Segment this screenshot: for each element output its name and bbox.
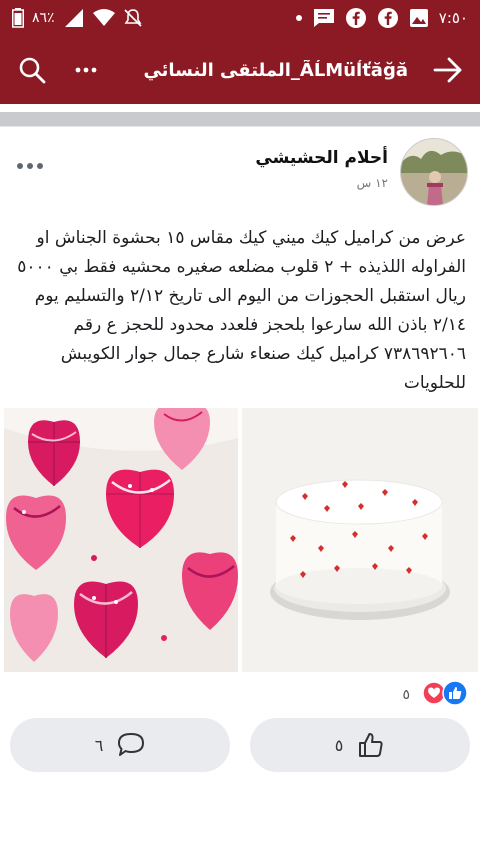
like-icon (442, 680, 468, 710)
divider (0, 104, 480, 112)
search-icon (19, 57, 46, 84)
comment-button[interactable]: ٦ (10, 718, 230, 772)
more-horizontal-icon (75, 67, 97, 73)
wifi-icon (92, 9, 115, 27)
facebook-icon (377, 7, 399, 29)
status-left: ٨٦٪ (12, 8, 143, 28)
post-photos (0, 406, 480, 672)
dot-icon (295, 14, 303, 22)
divider (0, 126, 480, 127)
heart-chocolates-photo[interactable] (4, 408, 238, 672)
avatar[interactable] (400, 138, 468, 206)
feed-separator (0, 112, 480, 126)
group-title: الملتقى النسائي_ÃĹΜüĺťăğă (143, 59, 408, 81)
comment-icon (118, 733, 145, 756)
post-actions: ٦ ٥ (0, 716, 480, 774)
app-bar: الملتقى النسائي_ÃĹΜüĺťăğă (0, 36, 480, 104)
post-text: عرض من كراميل كيك ميني كيك مقاس ١٥ بحشوة… (17, 228, 466, 393)
facebook-icon (345, 7, 367, 29)
battery-percent: ٨٦٪ (32, 10, 55, 26)
post-header: أحلام الحشيشي ١٢ س (0, 136, 480, 216)
image-icon (409, 8, 429, 28)
reaction-count: ٥ (402, 687, 410, 703)
reactions-summary[interactable]: ٥ (402, 680, 468, 710)
arrow-icon (433, 57, 462, 83)
back-button[interactable] (428, 50, 468, 90)
signal-icon (63, 9, 85, 27)
author-name[interactable]: أحلام الحشيشي (255, 148, 388, 168)
cake-photo[interactable] (242, 408, 478, 672)
like-button[interactable]: ٥ (250, 718, 470, 772)
more-options-button[interactable] (66, 50, 106, 90)
post-options-button[interactable] (12, 154, 48, 178)
clock: ٧:٥٠ (438, 9, 468, 27)
thumbs-up-icon (359, 733, 383, 757)
post-time[interactable]: ١٢ س (357, 176, 388, 190)
battery-icon (12, 8, 24, 28)
status-right: ٧:٥٠ (295, 7, 468, 29)
comment-count: ٦ (94, 735, 104, 755)
message-icon (313, 8, 335, 28)
more-horizontal-icon (17, 163, 43, 169)
mute-icon (123, 8, 143, 28)
like-count: ٥ (334, 735, 344, 755)
status-bar: ٨٦٪ ٧:٥٠ (0, 0, 480, 36)
search-button[interactable] (12, 50, 52, 90)
